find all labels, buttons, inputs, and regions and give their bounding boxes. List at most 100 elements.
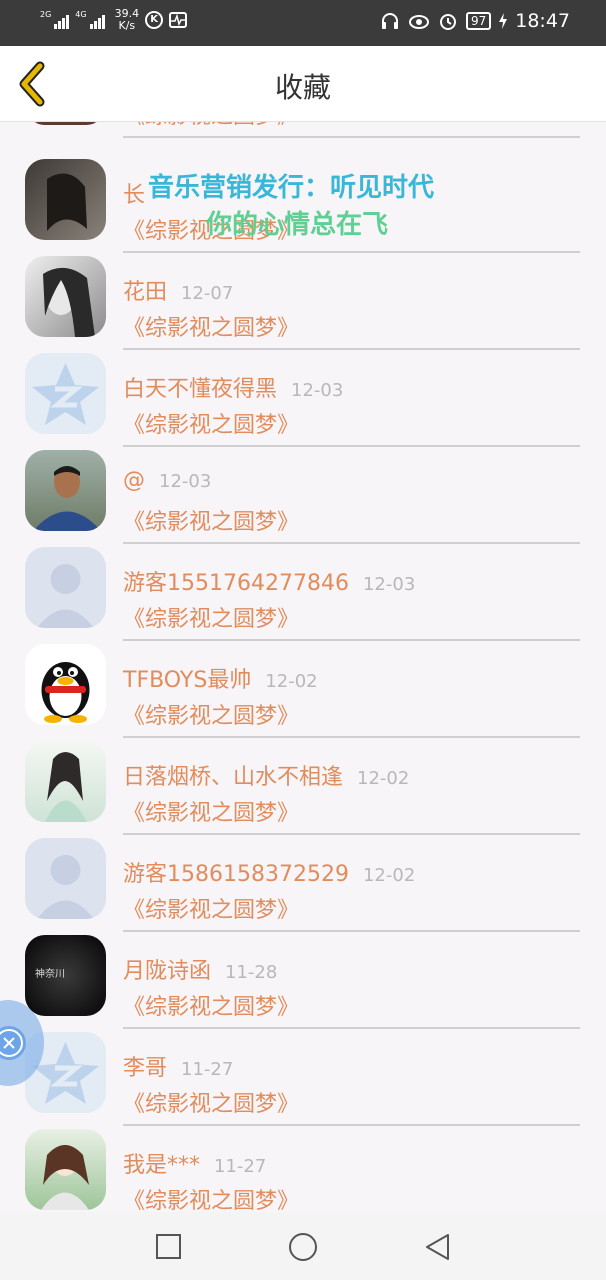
signal-icon: 4G xyxy=(75,10,105,29)
user-name: 日落烟桥、山水不相逢 xyxy=(123,765,344,790)
network-label-1: 2G xyxy=(40,10,52,19)
clock-time: 18:47 xyxy=(515,10,570,32)
system-nav-bar xyxy=(0,1212,606,1280)
user-name: 李哥 xyxy=(123,1056,168,1081)
date: 11-27 xyxy=(214,1156,267,1177)
divider xyxy=(123,542,580,544)
work-title: 《综影视之圆梦》 xyxy=(123,898,300,923)
item-header: 月陇诗函 11-28 xyxy=(123,953,277,985)
net-speed-unit: K/s xyxy=(118,19,136,32)
date: 12-02 xyxy=(357,768,410,789)
date: 11-28 xyxy=(225,962,278,983)
work-title: 《综影视之圆梦》 xyxy=(123,510,300,535)
divider xyxy=(123,1124,580,1126)
divider xyxy=(123,639,580,641)
square-icon xyxy=(156,1234,181,1259)
item-header: 长 xyxy=(123,177,145,209)
avatar: 神奈川 xyxy=(25,935,106,1016)
battery-icon: 97 xyxy=(465,12,492,30)
headphone-icon xyxy=(381,13,398,29)
item-header: 日落烟桥、山水不相逢 12-02 xyxy=(123,759,409,791)
avatar xyxy=(25,159,106,240)
item-header: 我是*** 11-27 xyxy=(123,1147,266,1179)
overlay-text-2: 你的心情总在飞 xyxy=(206,210,389,240)
date: 12-03 xyxy=(362,574,416,595)
divider xyxy=(123,736,580,738)
avatar xyxy=(25,450,106,531)
user-name: 游客1586158372529 xyxy=(123,862,349,887)
divider xyxy=(123,930,580,932)
work-title: 《综影视之圆梦》 xyxy=(123,704,300,729)
divider xyxy=(123,251,580,253)
back-nav-button[interactable] xyxy=(423,1232,453,1262)
circle-icon xyxy=(289,1233,317,1261)
work-title: 《综影视之圆梦》 xyxy=(123,995,300,1020)
default-user-icon xyxy=(25,547,106,628)
status-bar: 2G 4G 39.4 K/s K 97 18:47 xyxy=(0,0,606,46)
list-item[interactable]: 白天不懂夜得黑 12-03 《综影视之圆梦》 xyxy=(0,353,606,450)
work-title: 《综影视之圆梦》 xyxy=(123,607,300,632)
qq-penguin-icon xyxy=(25,644,106,725)
date: 12-03 xyxy=(291,380,344,401)
avatar xyxy=(25,1129,106,1210)
alarm-icon xyxy=(439,14,456,30)
item-header: 游客1586158372529 12-02 xyxy=(123,856,415,888)
date: 12-03 xyxy=(159,471,212,492)
work-title: 《综影视之圆梦》 xyxy=(123,1189,300,1212)
item-header: 白天不懂夜得黑 12-03 xyxy=(123,371,343,403)
overlay-text-1: 音乐营销发行：听见时代 xyxy=(148,173,435,203)
avatar xyxy=(25,122,106,125)
signal-icon: 2G xyxy=(40,10,70,29)
home-button[interactable] xyxy=(288,1232,318,1262)
close-icon xyxy=(0,1026,26,1060)
divider xyxy=(123,1027,580,1029)
user-name: 月陇诗函 xyxy=(123,959,212,984)
list-item[interactable]: 我是*** 11-27 《综影视之圆梦》 xyxy=(0,1129,606,1212)
item-header: TFBOYS最帅 12-02 xyxy=(123,662,318,694)
list-item[interactable]: 神奈川 月陇诗函 11-28 《综影视之圆梦》 xyxy=(0,935,606,1032)
qzone-icon xyxy=(25,353,106,434)
list-item[interactable]: 游客1551764277846 12-03 《综影视之圆梦》 xyxy=(0,547,606,644)
user-name: 我是*** xyxy=(123,1153,201,1178)
work-title: 《综影视之圆梦》 xyxy=(123,316,300,341)
divider xyxy=(123,136,580,138)
list-item[interactable]: 花田 12-07 《综影视之圆梦》 xyxy=(0,256,606,353)
network-label-2: 4G xyxy=(75,10,87,19)
work-title: 《综影视之圆梦》 xyxy=(123,801,300,826)
avatar xyxy=(25,256,106,337)
user-name: TFBOYS最帅 xyxy=(123,668,252,693)
net-speed: 39.4 K/s xyxy=(115,8,140,32)
item-header: 花田 12-07 xyxy=(123,274,233,306)
date: 11-27 xyxy=(181,1059,234,1080)
item-header: 游客1551764277846 12-03 xyxy=(123,565,415,597)
work-title: 《综影视之圆梦》 xyxy=(123,122,299,130)
triangle-back-icon xyxy=(426,1234,449,1260)
divider xyxy=(123,833,580,835)
user-name: @ xyxy=(123,468,145,493)
list-item[interactable]: @12-03 《综影视之圆梦》 xyxy=(0,450,606,547)
header: 收藏 xyxy=(0,46,606,122)
user-name: 白天不懂夜得黑 xyxy=(123,377,278,402)
default-user-icon xyxy=(25,838,106,919)
work-title: 《综影视之圆梦》 xyxy=(123,413,300,438)
recent-apps-button[interactable] xyxy=(154,1232,184,1262)
user-name: 游客1551764277846 xyxy=(123,571,349,596)
favorites-list[interactable]: 《综影视之圆梦》 长 《综影视之圆梦》 花田 12-07 《综影视之圆梦》 白天不… xyxy=(0,122,606,1212)
status-right: 97 18:47 xyxy=(380,10,570,32)
work-title: 《综影视之圆梦》 xyxy=(123,1092,300,1117)
date: 12-07 xyxy=(181,283,234,304)
date: 12-02 xyxy=(265,671,318,692)
charging-icon xyxy=(499,13,508,29)
eye-icon xyxy=(408,15,429,29)
list-item[interactable]: TFBOYS最帅 12-02 《综影视之圆梦》 xyxy=(0,644,606,741)
pulse-icon xyxy=(169,12,188,28)
status-left: 2G 4G 39.4 K/s K xyxy=(40,8,188,32)
list-item[interactable]: 游客1586158372529 12-02 《综影视之圆梦》 xyxy=(0,838,606,935)
list-item[interactable]: 《综影视之圆梦》 xyxy=(0,122,606,141)
divider xyxy=(123,348,580,350)
item-header: @12-03 xyxy=(123,468,211,493)
list-item[interactable]: 日落烟桥、山水不相逢 12-02 《综影视之圆梦》 xyxy=(0,741,606,838)
k-icon: K xyxy=(145,11,164,29)
user-name: 长 xyxy=(123,183,146,208)
list-item[interactable]: 李哥 11-27 《综影视之圆梦》 xyxy=(0,1032,606,1129)
